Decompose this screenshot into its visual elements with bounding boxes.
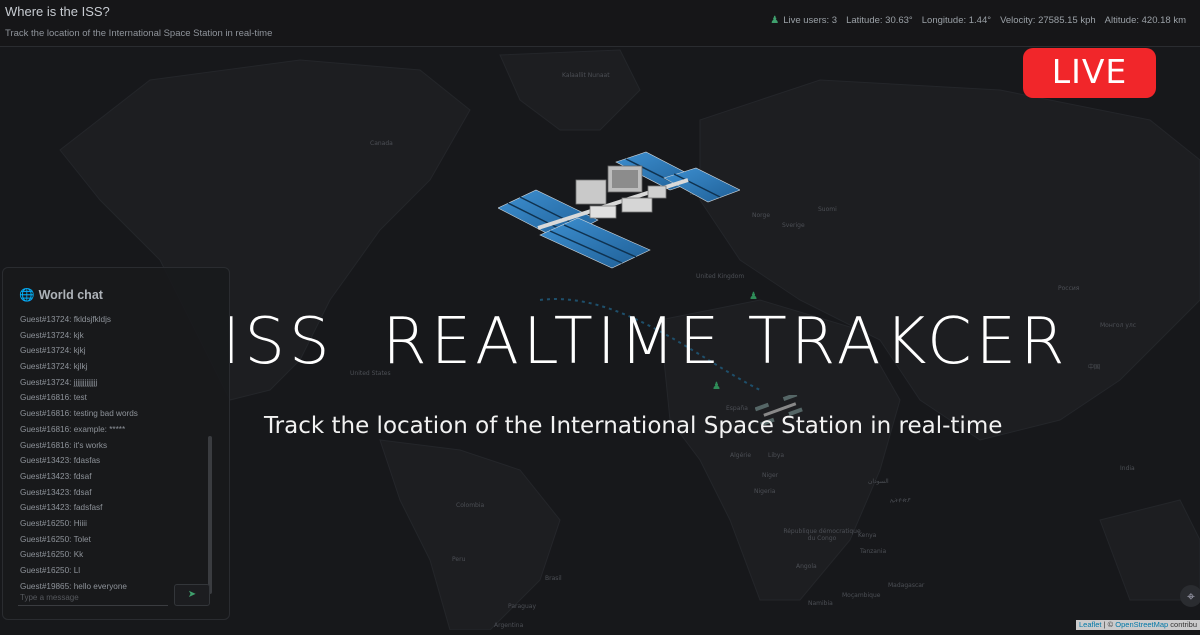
latitude-stat: Latitude: 30.63° xyxy=(846,15,913,26)
velocity-stat: Velocity: 27585.15 kph xyxy=(1000,15,1096,26)
iss-station-icon xyxy=(498,151,740,269)
hero-subtitle: Track the location of the International … xyxy=(264,413,1003,439)
app-title: Where is the ISS? xyxy=(5,4,110,19)
attribution-contrib: contribu xyxy=(1168,620,1197,629)
user-marker-icon[interactable]: ♟ xyxy=(712,381,721,392)
chat-message: Guest#16816: it's works xyxy=(20,440,108,450)
chat-message: Guest#13423: fdsaf xyxy=(20,471,92,481)
globe-icon: 🌐 xyxy=(19,288,35,302)
world-chat-panel: 🌐 World chat Guest#13724: fkldsjfkldjs Gu… xyxy=(2,267,230,620)
app-subtitle: Track the location of the International … xyxy=(5,28,273,39)
live-users-stat: ♟ Live users: 3 xyxy=(770,15,837,26)
chat-message: Guest#16250: Tolet xyxy=(20,534,91,544)
live-users-text: Live users: 3 xyxy=(783,15,838,26)
chat-message: Guest#13724: kjlkj xyxy=(20,362,88,372)
longitude-stat: Longitude: 1.44° xyxy=(921,15,992,26)
chat-message: Guest#13724: fkldsjfkldjs xyxy=(20,315,112,324)
iss-stats: ♟ Live users: 3 Latitude: 30.63° Longitu… xyxy=(770,15,1186,26)
chat-message: Guest#13423: fdasfas xyxy=(20,456,101,466)
chat-message: Guest#16250: Kk xyxy=(20,550,84,560)
chat-scrollbar[interactable] xyxy=(208,436,212,594)
chat-message: Guest#16250: Ll xyxy=(20,566,81,575)
locate-button[interactable]: ⌖ xyxy=(1180,585,1200,607)
app-header: Where is the ISS? Track the location of … xyxy=(0,0,1200,47)
chat-message: Guest#13423: fdsaf xyxy=(20,487,92,497)
altitude-stat: Altitude: 420.18 km xyxy=(1104,15,1186,26)
chat-title: 🌐 World chat xyxy=(19,288,103,303)
chat-message: Guest#13423: fadsfasf xyxy=(20,503,103,513)
attribution-separator: | © xyxy=(1101,620,1116,629)
leaflet-link[interactable]: Leaflet xyxy=(1079,620,1102,629)
osm-link[interactable]: OpenStreetMap xyxy=(1115,620,1168,629)
chat-message: Guest#16816: test xyxy=(20,393,87,403)
send-icon: ➤ xyxy=(187,589,197,600)
chat-message: Guest#16816: example: ***** xyxy=(20,424,126,434)
chat-message: Guest#16816: testing bad words xyxy=(20,409,138,419)
chat-message: Guest#13724: jjjjjjjjjjjjj xyxy=(20,377,98,387)
live-badge: LIVE xyxy=(1023,48,1156,98)
locate-icon: ⌖ xyxy=(1187,588,1195,604)
chat-message: Guest#13724: kjk xyxy=(20,330,84,340)
user-icon: ♟ xyxy=(770,15,780,26)
chat-title-text: World chat xyxy=(38,288,103,302)
chat-message: Guest#16250: Hiiii xyxy=(20,518,87,528)
map-attribution: Leaflet | © OpenStreetMap contribu xyxy=(1076,620,1200,630)
chat-message-input[interactable] xyxy=(18,589,168,606)
chat-message-list[interactable]: Guest#13724: fkldsjfkldjs Guest#13724: k… xyxy=(20,312,210,594)
chat-message: Guest#13724: kjkj xyxy=(20,346,86,356)
user-marker-icon[interactable]: ♟ xyxy=(749,291,758,302)
send-button[interactable]: ➤ xyxy=(174,584,210,606)
